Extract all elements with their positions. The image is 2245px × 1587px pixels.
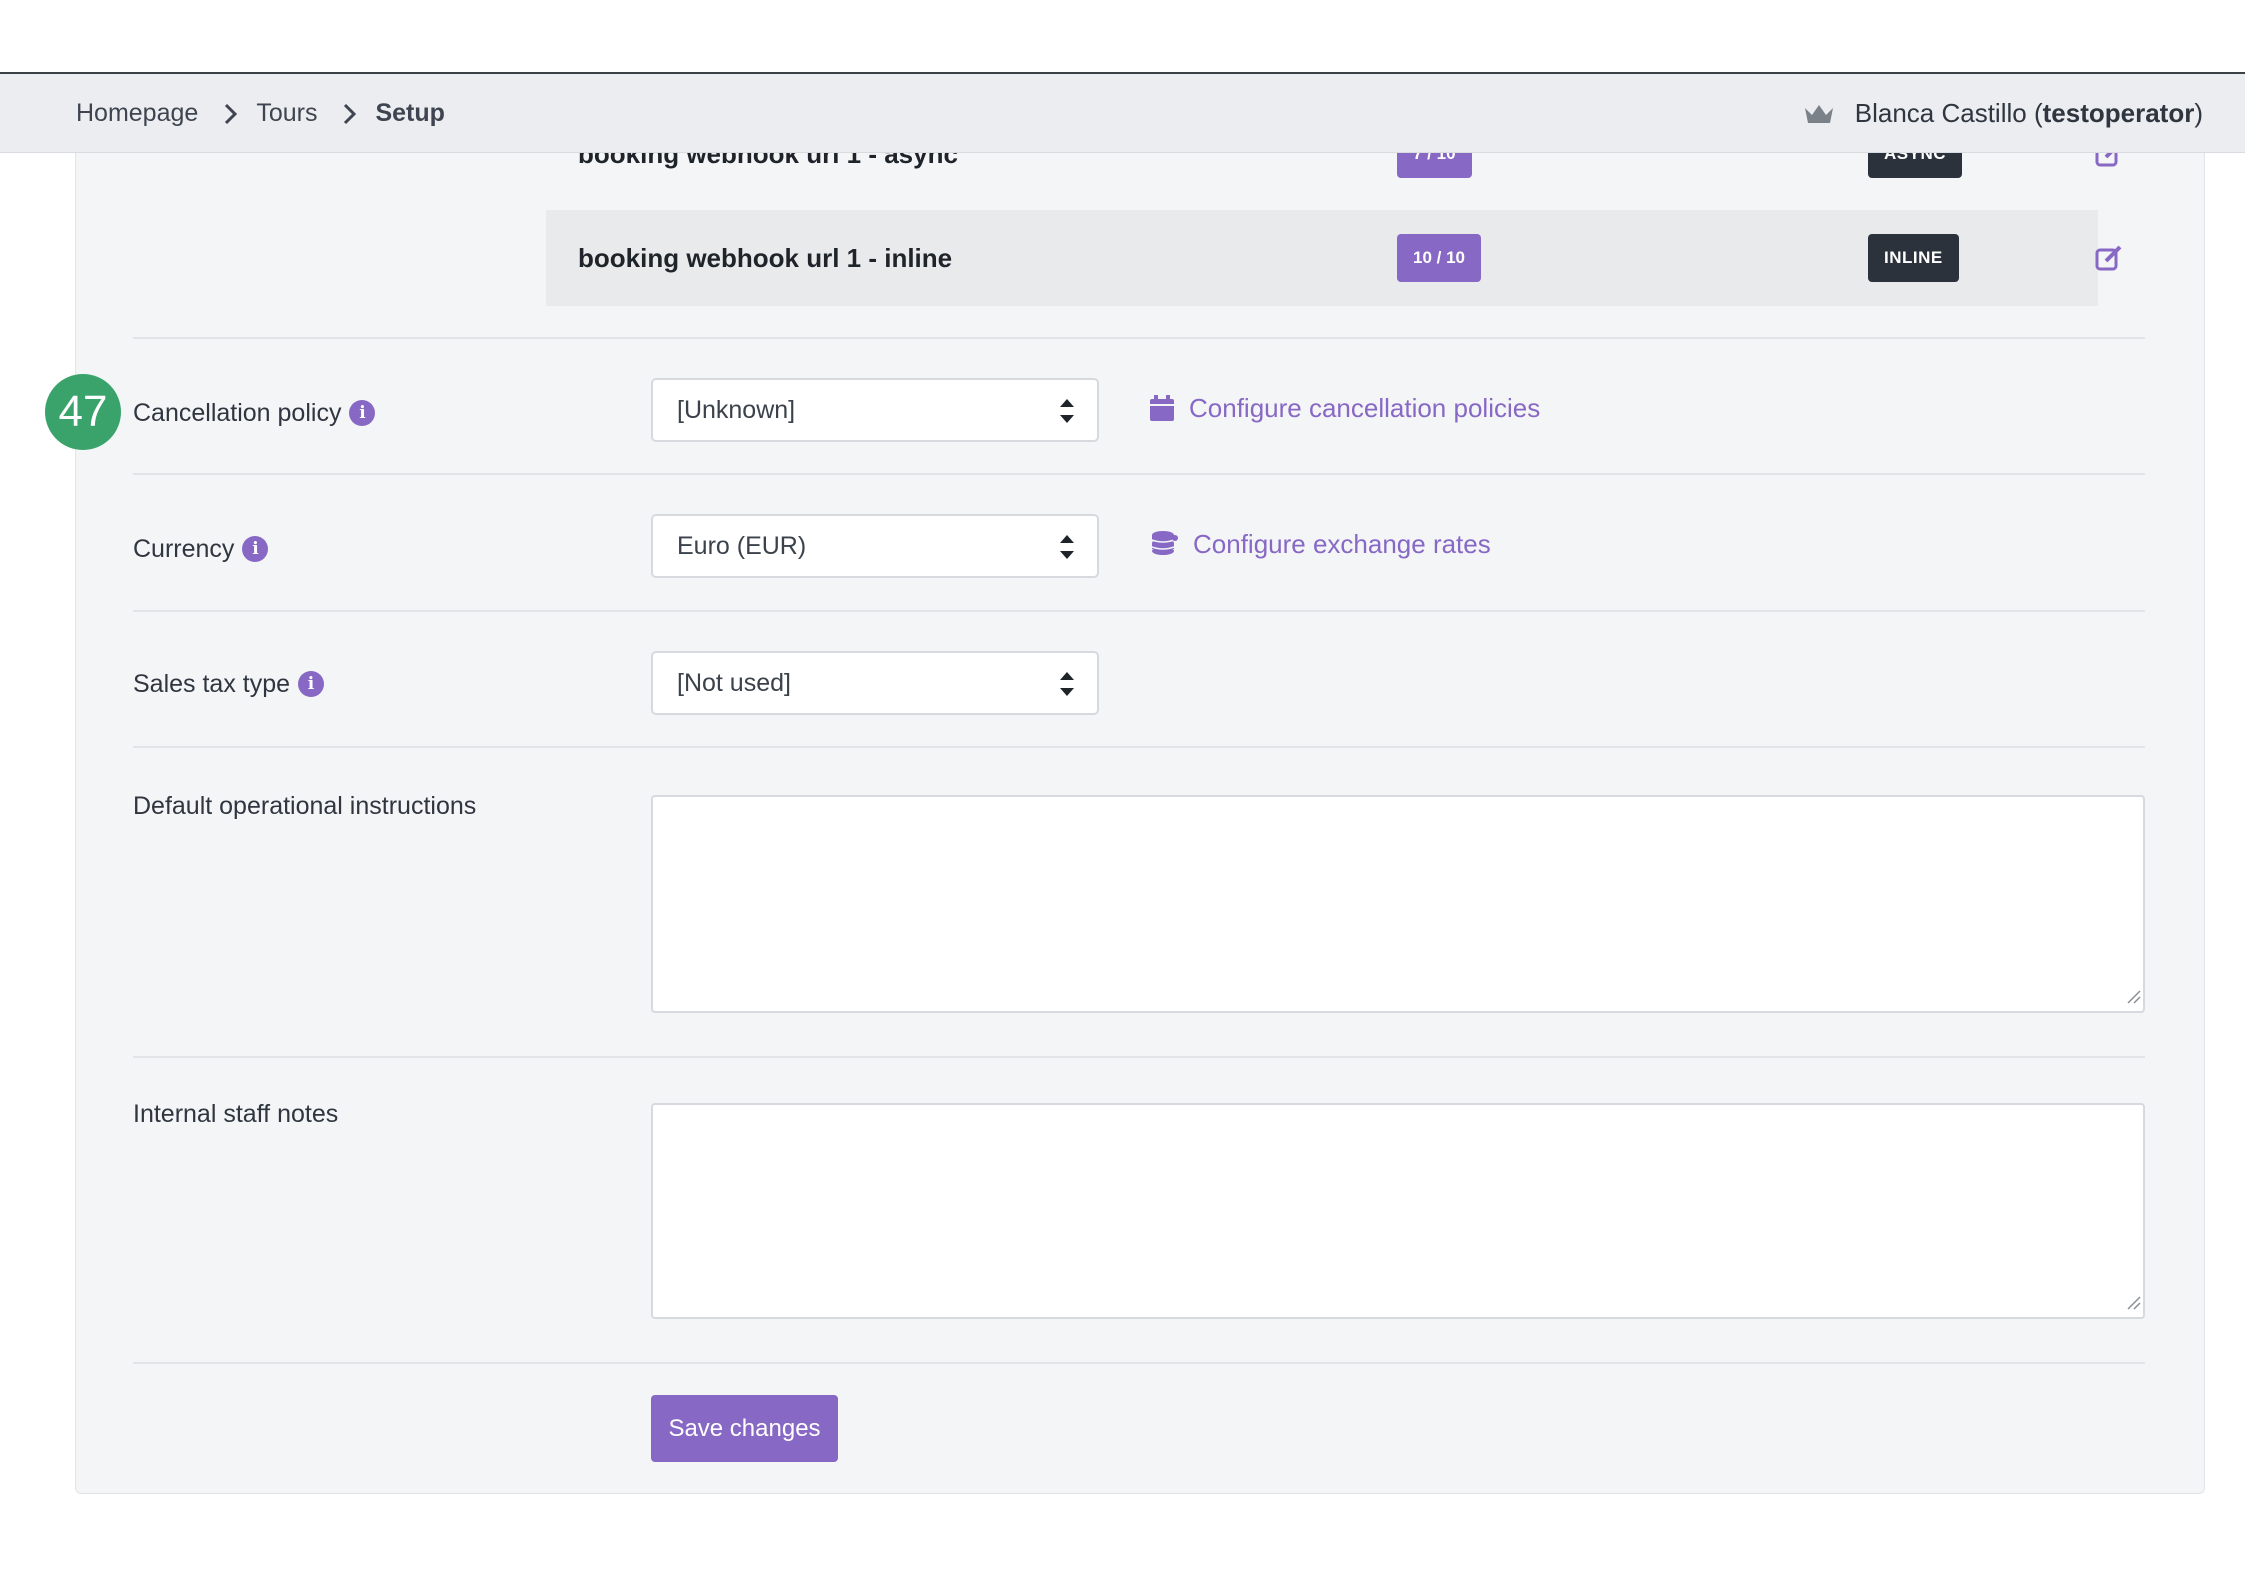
resize-grip-icon[interactable] <box>2125 1294 2141 1315</box>
webhook-mode-tag: INLINE <box>1868 234 1959 282</box>
user-name: Blanca Castillo <box>1854 98 2027 128</box>
divider <box>133 1056 2145 1058</box>
breadcrumb-homepage[interactable]: Homepage <box>76 99 198 128</box>
crown-icon <box>1803 102 1835 126</box>
divider <box>133 610 2145 612</box>
info-icon[interactable]: i <box>349 400 376 426</box>
user-account: testoperator <box>2042 98 2195 128</box>
breadcrumb-tours[interactable]: Tours <box>256 99 317 128</box>
top-header: Homepage Tours Setup Blanca Castillo (te… <box>0 74 2245 153</box>
edit-icon[interactable] <box>2094 243 2124 273</box>
cancellation-policy-select[interactable]: [Unknown] <box>651 378 1099 442</box>
currency-label: Currency i <box>133 531 269 567</box>
save-changes-button[interactable]: Save changes <box>651 1395 838 1462</box>
currency-select[interactable]: Euro (EUR) <box>651 514 1099 578</box>
sort-caret-icon <box>1059 394 1075 428</box>
chevron-right-icon <box>335 103 365 125</box>
breadcrumb-setup: Setup <box>375 99 445 127</box>
webhook-row: booking webhook url 1 - inline 10 / 10 I… <box>546 210 2122 306</box>
breadcrumb: Homepage Tours Setup <box>76 74 445 153</box>
divider <box>133 746 2145 748</box>
divider <box>133 1362 2145 1364</box>
sales-tax-type-label: Sales tax type i <box>133 666 325 702</box>
chevron-right-icon <box>216 103 246 125</box>
sort-caret-icon <box>1059 530 1075 564</box>
configure-cancellation-link[interactable]: Configure cancellation policies <box>1149 390 1540 426</box>
operational-instructions-textarea[interactable] <box>651 795 2145 1013</box>
info-icon[interactable]: i <box>242 536 269 562</box>
calendar-icon <box>1149 394 1175 422</box>
webhook-name: booking webhook url 1 - inline <box>578 242 953 273</box>
staff-notes-textarea[interactable] <box>651 1103 2145 1319</box>
cancellation-policy-label: Cancellation policy i <box>133 395 376 431</box>
step-badge: 47 <box>45 374 121 450</box>
coins-icon <box>1149 529 1179 559</box>
resize-grip-icon[interactable] <box>2125 988 2141 1009</box>
sales-tax-type-select[interactable]: [Not used] <box>651 651 1099 715</box>
info-icon[interactable]: i <box>298 671 325 697</box>
operational-instructions-label: Default operational instructions <box>133 791 477 820</box>
configure-exchange-rates-link[interactable]: Configure exchange rates <box>1149 526 1491 562</box>
webhook-score-badge: 10 / 10 <box>1397 234 1481 282</box>
sort-caret-icon <box>1059 667 1075 701</box>
divider <box>133 337 2145 339</box>
user-menu[interactable]: Blanca Castillo (testoperator) <box>1803 74 2203 153</box>
divider <box>133 473 2145 475</box>
staff-notes-label: Internal staff notes <box>133 1099 339 1128</box>
